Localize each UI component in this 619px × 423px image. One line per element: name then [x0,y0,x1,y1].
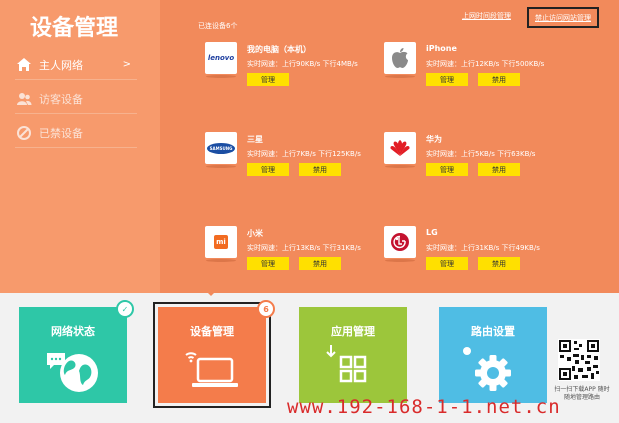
tile-device-management[interactable]: 设备管理 [153,302,271,408]
lenovo-logo: lenovo [205,42,237,74]
device-card: 华为 实时网速：上行5KB/s 下行63KB/s 管理 禁用 [384,132,559,192]
page-title: 设备管理 [30,16,119,41]
ban-button[interactable]: 禁用 [299,257,341,270]
device-speed: 实时网速：上行12KB/s 下行500KB/s [426,60,545,68]
connected-device-count: 已连设备6个 [198,22,238,30]
device-name: iPhone [426,44,457,53]
home-icon [15,56,33,74]
device-name: 华为 [426,135,442,144]
lg-logo [384,226,416,258]
ban-button[interactable]: 禁用 [478,73,520,86]
block-websites-link[interactable]: 禁止访问网站管理 [527,7,599,28]
sidebar-item-label: 主人网络 [39,58,83,72]
tile-label: 设备管理 [190,325,234,338]
apps-grid-icon [326,345,367,383]
device-card: lenovo 我的电脑（本机） 实时网速：上行90KB/s 下行4MB/s 管理 [205,42,380,102]
tile-label: 路由设置 [471,325,515,338]
device-speed: 实时网速：上行5KB/s 下行63KB/s [426,150,536,158]
huawei-logo [384,132,416,164]
chevron-right-icon: > [122,59,131,70]
manage-button[interactable]: 管理 [426,163,468,176]
device-card: LG 实时网速：上行31KB/s 下行49KB/s 管理 禁用 [384,226,559,286]
manage-button[interactable]: 管理 [247,163,289,176]
device-speed: 实时网速：上行31KB/s 下行49KB/s [426,244,540,252]
ban-button[interactable]: 禁用 [478,257,520,270]
manage-button[interactable]: 管理 [247,73,289,86]
apple-logo [384,42,416,74]
active-tile-pointer [205,290,217,296]
device-name: LG [426,228,438,237]
status-ok-check-icon: ✓ [116,300,134,318]
tile-label: 网络状态 [51,325,95,338]
manage-button[interactable]: 管理 [426,73,468,86]
tile-network-status[interactable]: 网络状态 [19,307,127,403]
device-speed: 实时网速：上行7KB/s 下行125KB/s [247,150,361,158]
device-card: iPhone 实时网速：上行12KB/s 下行500KB/s 管理 禁用 [384,42,559,102]
device-name: 小米 [247,229,263,238]
users-icon [15,90,33,108]
sidebar-item-label: 已禁设备 [39,126,83,140]
gear-icon [463,347,511,391]
xiaomi-logo: mi [205,226,237,258]
sidebar-item-owner-network[interactable]: 主人网络 > [15,50,137,80]
device-card: SAMSUNG 三星 实时网速：上行7KB/s 下行125KB/s 管理 禁用 [205,132,380,192]
globe-icon [47,353,98,392]
tile-router-settings[interactable]: 路由设置 [439,307,547,403]
blocked-icon [15,124,33,142]
sidebar-item-label: 访客设备 [39,92,83,106]
manage-button[interactable]: 管理 [426,257,468,270]
manage-button[interactable]: 管理 [247,257,289,270]
sidebar-item-blocked-devices[interactable]: 已禁设备 [15,118,137,148]
device-card: mi 小米 实时网速：上行13KB/s 下行31KB/s 管理 禁用 [205,226,380,286]
laptop-wifi-icon [185,352,238,387]
device-count-badge: 6 [257,300,275,318]
device-speed: 实时网速：上行13KB/s 下行31KB/s [247,244,361,252]
online-time-management-link[interactable]: 上网时间段管理 [462,11,511,21]
samsung-logo: SAMSUNG [205,132,237,164]
ban-button[interactable]: 禁用 [299,163,341,176]
tile-label: 应用管理 [331,325,375,338]
device-name: 三星 [247,135,263,144]
device-speed: 实时网速：上行90KB/s 下行4MB/s [247,60,358,68]
watermark-text: www.192-168-1-1.net.cn [287,396,561,418]
qr-code [558,339,600,381]
qr-caption: 扫一扫下载APP 随时随地管理路由 [554,386,610,401]
sidebar-item-guest-devices[interactable]: 访客设备 [15,84,137,114]
tile-app-management[interactable]: 应用管理 [299,307,407,403]
device-name: 我的电脑（本机） [247,45,311,54]
ban-button[interactable]: 禁用 [478,163,520,176]
